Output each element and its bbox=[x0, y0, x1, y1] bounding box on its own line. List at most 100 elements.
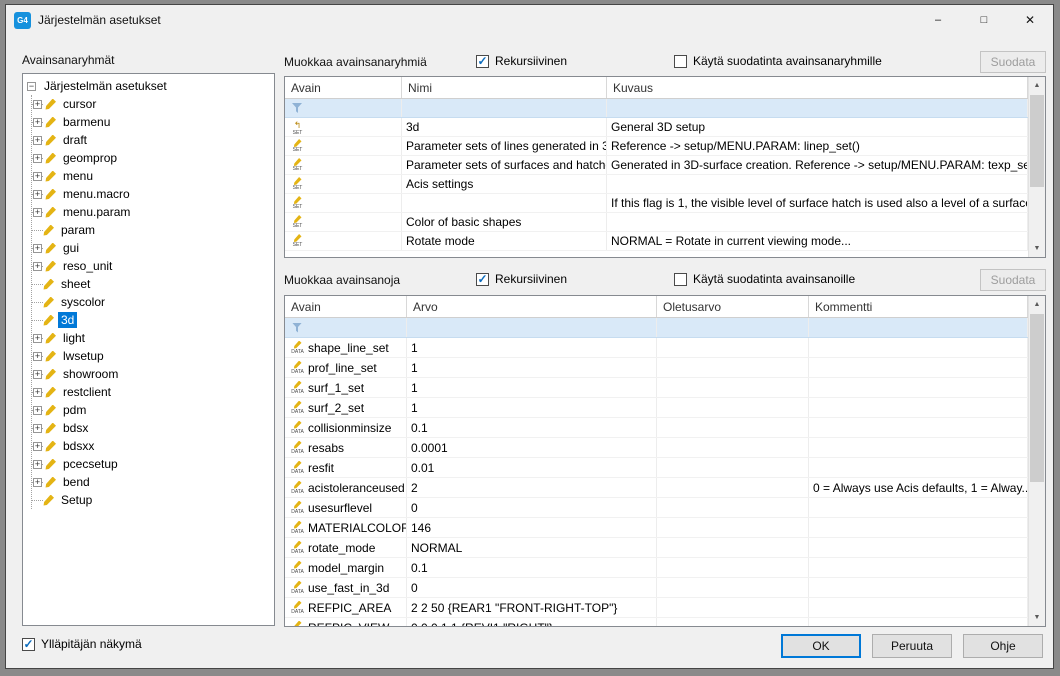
expand-icon[interactable] bbox=[33, 478, 42, 487]
checkbox-unchecked-icon[interactable] bbox=[674, 273, 687, 286]
expand-icon[interactable] bbox=[33, 406, 42, 415]
expand-icon[interactable] bbox=[33, 118, 42, 127]
expand-icon[interactable] bbox=[33, 460, 42, 469]
tree-item-draft[interactable]: draft bbox=[32, 131, 272, 149]
table-row[interactable]: prof_line_set 1 bbox=[285, 358, 1028, 378]
checkbox-checked-icon[interactable] bbox=[476, 55, 489, 68]
scroll-up-icon[interactable] bbox=[1029, 296, 1045, 313]
expand-icon[interactable] bbox=[33, 424, 42, 433]
table-row[interactable]: use_fast_in_3d 0 bbox=[285, 578, 1028, 598]
tree-item-menu-param[interactable]: menu.param bbox=[32, 203, 272, 221]
table-row[interactable]: MATERIALCOLOR 146 bbox=[285, 518, 1028, 538]
expand-icon[interactable] bbox=[33, 442, 42, 451]
table-row[interactable]: 3d General 3D setup bbox=[285, 118, 1028, 137]
tree-item-bend[interactable]: bend bbox=[32, 473, 272, 491]
checkbox-unchecked-icon[interactable] bbox=[674, 55, 687, 68]
table-row[interactable]: REFPIC_AREA 2 2 50 {REAR1 "FRONT-RIGHT-T… bbox=[285, 598, 1028, 618]
tree-item-3d[interactable]: 3d bbox=[32, 311, 272, 329]
table-row[interactable]: If this flag is 1, the visible level of … bbox=[285, 194, 1028, 213]
table-row[interactable]: usesurflevel 0 bbox=[285, 498, 1028, 518]
filter-row[interactable] bbox=[285, 318, 1028, 338]
table-row[interactable]: acistoleranceused 2 0 = Always use Acis … bbox=[285, 478, 1028, 498]
maximize-icon[interactable]: □ bbox=[961, 5, 1007, 35]
column-header-avain[interactable]: Avain bbox=[285, 296, 407, 317]
keywords-recursive-checkbox[interactable]: Rekursiivinen bbox=[476, 272, 567, 286]
expand-icon[interactable] bbox=[33, 136, 42, 145]
tree-item-param[interactable]: param bbox=[32, 221, 272, 239]
scrollbar-thumb[interactable] bbox=[1030, 95, 1044, 187]
vertical-scrollbar[interactable] bbox=[1028, 296, 1045, 626]
table-row[interactable]: surf_2_set 1 bbox=[285, 398, 1028, 418]
tree-item-gui[interactable]: gui bbox=[32, 239, 272, 257]
tree-item-light[interactable]: light bbox=[32, 329, 272, 347]
keywords-use-filter-checkbox[interactable]: Käytä suodatinta avainsanoille bbox=[674, 272, 855, 286]
table-row[interactable]: Acis settings bbox=[285, 175, 1028, 194]
expand-icon[interactable] bbox=[33, 172, 42, 181]
expand-icon[interactable] bbox=[33, 262, 42, 271]
column-header-oletusarvo[interactable]: Oletusarvo bbox=[657, 296, 809, 317]
tree-item-pdm[interactable]: pdm bbox=[32, 401, 272, 419]
table-row[interactable]: surf_1_set 1 bbox=[285, 378, 1028, 398]
expand-icon[interactable] bbox=[33, 100, 42, 109]
scrollbar-thumb[interactable] bbox=[1030, 314, 1044, 482]
tree-item-bdsxx[interactable]: bdsxx bbox=[32, 437, 272, 455]
scroll-up-icon[interactable] bbox=[1029, 77, 1045, 94]
expand-icon[interactable] bbox=[33, 190, 42, 199]
tree-item-pcecsetup[interactable]: pcecsetup bbox=[32, 455, 272, 473]
expand-icon[interactable] bbox=[33, 154, 42, 163]
groups-recursive-checkbox[interactable]: Rekursiivinen bbox=[476, 54, 567, 68]
table-row[interactable]: model_margin 0.1 bbox=[285, 558, 1028, 578]
tree-item-barmenu[interactable]: barmenu bbox=[32, 113, 272, 131]
expand-icon[interactable] bbox=[33, 388, 42, 397]
tree-item-syscolor[interactable]: syscolor bbox=[32, 293, 272, 311]
expand-icon[interactable] bbox=[33, 370, 42, 379]
table-row[interactable]: Parameter sets of lines generated in 3D.… bbox=[285, 137, 1028, 156]
tree-item-bdsx[interactable]: bdsx bbox=[32, 419, 272, 437]
groups-filter-button[interactable]: Suodata bbox=[980, 51, 1046, 73]
minimize-icon[interactable]: – bbox=[915, 5, 961, 35]
tree-item-menu[interactable]: menu bbox=[32, 167, 272, 185]
table-row[interactable]: Color of basic shapes bbox=[285, 213, 1028, 232]
tree-item-geomprop[interactable]: geomprop bbox=[32, 149, 272, 167]
table-row[interactable]: resfit 0.01 bbox=[285, 458, 1028, 478]
scroll-down-icon[interactable] bbox=[1029, 240, 1045, 257]
scroll-down-icon[interactable] bbox=[1029, 609, 1045, 626]
groups-use-filter-checkbox[interactable]: Käytä suodatinta avainsanaryhmille bbox=[674, 54, 882, 68]
table-row[interactable]: resabs 0.0001 bbox=[285, 438, 1028, 458]
admin-view-checkbox[interactable]: Ylläpitäjän näkymä bbox=[22, 637, 142, 651]
column-header-avain[interactable]: Avain bbox=[285, 77, 402, 98]
tree-item-showroom[interactable]: showroom bbox=[32, 365, 272, 383]
tree-item-reso-unit[interactable]: reso_unit bbox=[32, 257, 272, 275]
tree-root-item[interactable]: Järjestelmän asetukset bbox=[25, 77, 272, 95]
cancel-button[interactable]: Peruuta bbox=[872, 634, 952, 658]
collapse-icon[interactable] bbox=[27, 82, 36, 91]
vertical-scrollbar[interactable] bbox=[1028, 77, 1045, 257]
expand-icon[interactable] bbox=[33, 244, 42, 253]
tree-item-cursor[interactable]: cursor bbox=[32, 95, 272, 113]
expand-icon[interactable] bbox=[33, 334, 42, 343]
ok-button[interactable]: OK bbox=[781, 634, 861, 658]
help-button[interactable]: Ohje bbox=[963, 634, 1043, 658]
close-icon[interactable]: ✕ bbox=[1007, 5, 1053, 35]
column-header-nimi[interactable]: Nimi bbox=[402, 77, 607, 98]
column-header-arvo[interactable]: Arvo bbox=[407, 296, 657, 317]
column-header-kuvaus[interactable]: Kuvaus bbox=[607, 77, 1028, 98]
table-row[interactable]: Rotate mode NORMAL = Rotate in current v… bbox=[285, 232, 1028, 251]
table-row[interactable]: rotate_mode NORMAL bbox=[285, 538, 1028, 558]
tree-item-menu-macro[interactable]: menu.macro bbox=[32, 185, 272, 203]
expand-icon[interactable] bbox=[33, 208, 42, 217]
keywords-filter-button[interactable]: Suodata bbox=[980, 269, 1046, 291]
tree-item-sheet[interactable]: sheet bbox=[32, 275, 272, 293]
table-row[interactable]: shape_line_set 1 bbox=[285, 338, 1028, 358]
tree-item-lwsetup[interactable]: lwsetup bbox=[32, 347, 272, 365]
checkbox-checked-icon[interactable] bbox=[476, 273, 489, 286]
expand-icon[interactable] bbox=[33, 352, 42, 361]
table-row[interactable]: REFPIC_VIEW 0 0 0 1 1 {REVI1 "RIGHT"} bbox=[285, 618, 1028, 626]
tree-item-restclient[interactable]: restclient bbox=[32, 383, 272, 401]
filter-row[interactable] bbox=[285, 99, 1028, 118]
column-header-kommentti[interactable]: Kommentti bbox=[809, 296, 1028, 317]
tree-item-setup[interactable]: Setup bbox=[32, 491, 272, 509]
checkbox-checked-icon[interactable] bbox=[22, 638, 35, 651]
table-row[interactable]: collisionminsize 0.1 bbox=[285, 418, 1028, 438]
table-row[interactable]: Parameter sets of surfaces and hatches G… bbox=[285, 156, 1028, 175]
